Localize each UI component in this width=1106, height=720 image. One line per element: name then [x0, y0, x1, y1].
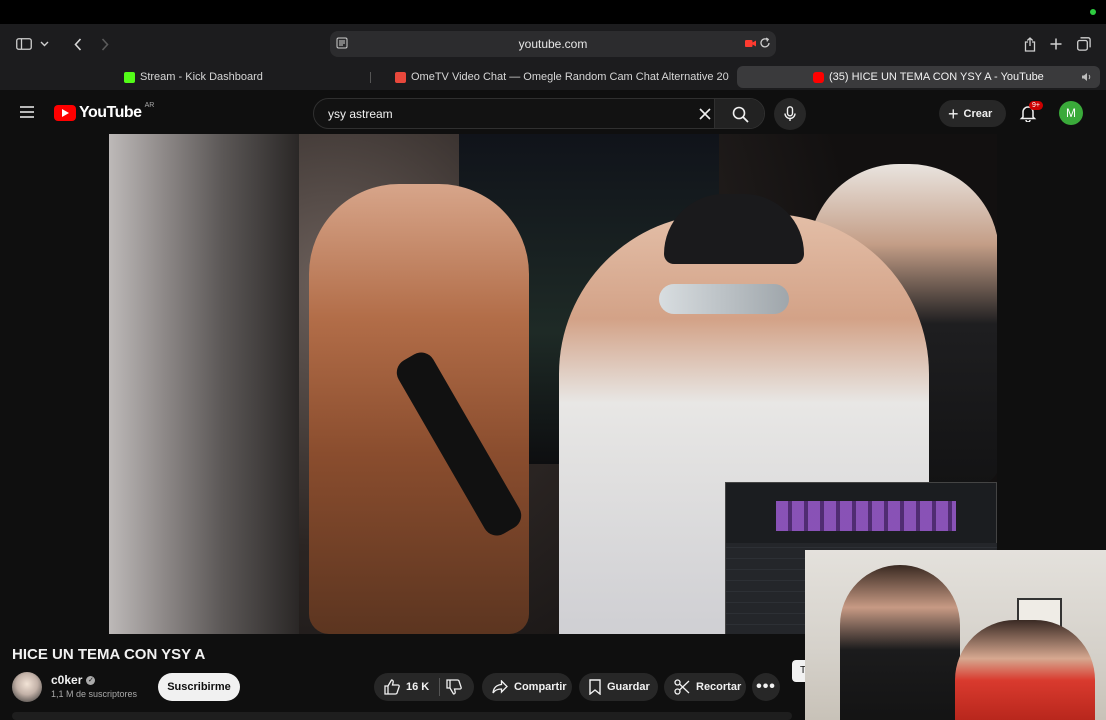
menu-icon[interactable] — [20, 105, 34, 119]
account-avatar[interactable]: M — [1059, 101, 1083, 125]
create-button[interactable]: + Crear — [939, 100, 1006, 127]
like-dislike-group: 16 K — [374, 673, 474, 701]
search-icon — [732, 106, 749, 123]
webcam-person-left — [840, 565, 960, 720]
chevron-right-icon — [101, 37, 109, 51]
youtube-play-logo-icon — [54, 105, 76, 121]
thumbs-down-icon[interactable] — [446, 679, 463, 695]
tab-ometv[interactable]: OmeTV Video Chat — Omegle Random Cam Cha… — [395, 66, 729, 88]
back-button[interactable] — [68, 33, 88, 55]
speaker-icon[interactable] — [1081, 72, 1092, 82]
system-top-strip — [0, 0, 1106, 24]
channel-avatar[interactable] — [12, 672, 42, 702]
like-divider — [439, 678, 441, 696]
channel-name-text: c0ker — [51, 673, 83, 687]
more-dots-icon: ••• — [756, 678, 776, 695]
video-title: HICE UN TEMA CON YSY A — [12, 646, 206, 663]
share-label: Compartir — [514, 681, 567, 693]
share-page-button[interactable] — [1021, 33, 1039, 55]
thumbs-up-icon[interactable] — [384, 679, 400, 695]
verified-check-icon: ✓ — [86, 675, 96, 685]
share-button[interactable]: Compartir — [482, 673, 572, 701]
like-count[interactable]: 16 K — [406, 681, 429, 693]
scissors-icon — [674, 679, 690, 695]
video-frame-curtain — [109, 134, 299, 634]
video-frame-sunglasses — [659, 284, 789, 314]
country-code: AR — [144, 101, 155, 109]
daw-waveform — [776, 501, 956, 531]
video-details: HICE UN TEMA CON YSY A c0ker ✓ 1,1 M de … — [0, 634, 805, 720]
side-chip[interactable]: T — [792, 660, 805, 682]
recording-indicator-icon — [1090, 9, 1096, 15]
youtube-header: YouTube AR ysy astream + Crear 9+ M — [0, 92, 1106, 134]
share-icon — [1024, 36, 1036, 52]
search-box[interactable]: ysy astream — [313, 98, 765, 129]
description-box-edge — [12, 712, 792, 720]
save-label: Guardar — [607, 681, 650, 693]
reload-icon[interactable] — [758, 36, 772, 50]
plus-icon: + — [948, 103, 959, 124]
address-url: youtube.com — [518, 37, 588, 51]
youtube-logo[interactable]: YouTube AR — [54, 101, 155, 122]
more-actions-button[interactable]: ••• — [752, 673, 780, 701]
subscribe-button[interactable]: Suscribirme — [158, 673, 240, 701]
webcam-overlay — [805, 550, 1106, 720]
sidebar-toggle-button[interactable] — [12, 33, 52, 55]
microphone-icon — [784, 106, 796, 121]
save-button[interactable]: Guardar — [579, 673, 658, 701]
subscriber-count: 1,1 M de suscriptores — [51, 689, 138, 699]
notifications-badge: 9+ — [1029, 101, 1043, 110]
camera-in-use-icon[interactable] — [745, 39, 756, 48]
voice-search-button[interactable] — [774, 98, 806, 130]
share-arrow-icon — [492, 680, 508, 694]
tab-kick-dashboard[interactable]: Stream - Kick Dashboard — [124, 66, 364, 88]
clip-label: Recortar — [696, 681, 742, 693]
kick-logo-icon — [124, 71, 135, 83]
tab-divider — [370, 72, 371, 83]
address-bar[interactable]: youtube.com — [330, 31, 776, 57]
bookmark-icon — [589, 679, 601, 695]
youtube-favicon-icon — [813, 71, 824, 83]
search-button[interactable] — [714, 99, 764, 128]
channel-name[interactable]: c0ker ✓ — [51, 673, 96, 687]
tab-overview-button[interactable] — [1074, 33, 1094, 55]
forward-button[interactable] — [95, 33, 115, 55]
clear-search-icon[interactable] — [698, 107, 712, 121]
logo-wordmark: YouTube — [79, 104, 142, 121]
tabs-overview-icon — [1077, 37, 1091, 51]
plus-icon — [1050, 38, 1062, 50]
browser-tab-bar: Stream - Kick Dashboard OmeTV Video Chat… — [0, 64, 1106, 90]
create-label: Crear — [963, 107, 993, 120]
tab-label: Stream - Kick Dashboard — [140, 71, 263, 83]
tab-label: (35) HICE UN TEMA CON YSY A - YouTube — [829, 71, 1044, 83]
tab-youtube-video[interactable]: (35) HICE UN TEMA CON YSY A - YouTube — [737, 66, 1100, 88]
chevron-down-icon — [40, 41, 48, 47]
tab-label: OmeTV Video Chat — Omegle Random Cam Cha… — [411, 71, 729, 83]
sidebar-icon — [15, 38, 32, 50]
browser-toolbar: youtube.com — [0, 24, 1106, 64]
ometv-logo-icon — [395, 71, 406, 83]
webcam-person-right — [955, 620, 1095, 720]
clip-button[interactable]: Recortar — [664, 673, 746, 701]
new-tab-button[interactable] — [1047, 33, 1065, 55]
search-input[interactable]: ysy astream — [328, 107, 393, 121]
chevron-left-icon — [74, 37, 82, 51]
